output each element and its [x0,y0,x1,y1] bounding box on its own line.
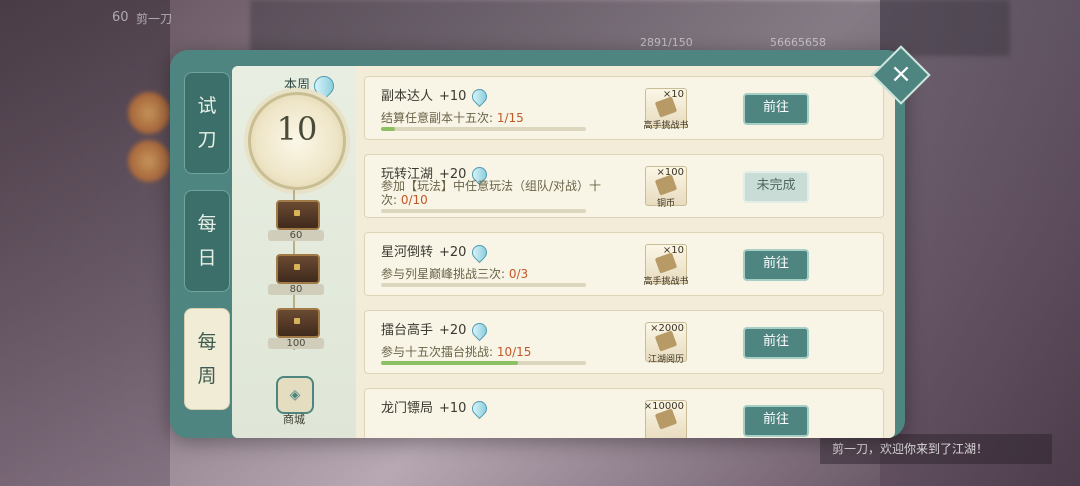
chat-message: 剪一刀，欢迎你来到了江湖！ [820,434,1052,464]
task-description: 参加【玩法】中任意玩法（组队/对战）十次: 0/10 [381,179,602,207]
task-description: 参与十五次擂台挑战: 10/15 [381,345,532,359]
task-row: 擂台高手 +20 参与十五次擂台挑战: 10/15 ×2000 江湖阅历 前往 [364,310,884,374]
task-list[interactable]: 副本达人 +10 结算任意副本十五次: 1/15 ×10 高手挑战书 前往 玩转江… [364,74,884,438]
chest-icon[interactable] [276,200,320,230]
progress-fill [381,361,518,365]
weekly-progress-column: 本周 10 60 80 100 ◈ 商城 [232,66,356,438]
tab-label: 每 [197,213,217,235]
tab-label: 周 [197,365,217,387]
task-title: 龙门镖局 +10 [381,397,491,420]
currency-2: 56665658 [770,36,826,49]
reward-item[interactable]: ×10000 [644,400,687,438]
shop-icon[interactable]: ◈ [276,376,314,414]
tab-label: 试 [197,95,217,117]
background-left-hud [0,0,170,486]
go-button[interactable]: 前往 [743,249,809,281]
progress-fill [381,127,395,131]
task-progress-bar [381,283,586,287]
background-orb [128,140,170,182]
tab-trial[interactable]: 试 刀 [184,72,230,174]
tab-label: 刀 [197,129,217,151]
reward-item[interactable]: ×10 高手挑战书 [643,88,689,131]
incomplete-button[interactable]: 未完成 [743,171,809,203]
reward-item[interactable]: ×100 铜币 [645,166,687,209]
task-progress-bar [381,209,586,213]
tab-label: 日 [197,247,217,269]
tab-label: 每 [197,331,217,353]
close-icon[interactable]: × [880,56,922,92]
task-description: 参与列星巅峰挑战三次: 0/3 [381,267,529,281]
tab-daily[interactable]: 每 日 [184,190,230,292]
activity-droplet-icon [469,319,491,342]
activity-droplet-icon [469,241,491,264]
activity-droplet-icon [469,397,491,420]
task-title: 星河倒转 +20 [381,241,491,264]
shop-label: 商城 [283,413,305,426]
go-button[interactable]: 前往 [743,327,809,359]
task-title: 副本达人 +10 [381,85,491,108]
milestone-label: 60 [268,230,324,241]
reward-item[interactable]: ×10 高手挑战书 [643,244,689,287]
chest-icon[interactable] [276,308,320,338]
task-row: 副本达人 +10 结算任意副本十五次: 1/15 ×10 高手挑战书 前往 [364,76,884,140]
milestone-label: 100 [268,338,324,349]
chest-icon[interactable] [276,254,320,284]
task-row: 星河倒转 +20 参与列星巅峰挑战三次: 0/3 ×10 高手挑战书 前往 [364,232,884,296]
task-progress-bar [381,361,586,365]
task-progress-bar [381,127,586,131]
background-orb [128,92,170,134]
currency-1: 2891/150 [640,36,693,49]
task-row: 龙门镖局 +10 ×10000 前往 [364,388,884,438]
panel-content: 本周 10 60 80 100 ◈ 商城 副本达人 +10 结算任意副本十五次:… [232,66,895,438]
milestone-label: 80 [268,284,324,295]
activity-droplet-icon [469,85,491,108]
task-row: 玩转江湖 +20 参加【玩法】中任意玩法（组队/对战）十次: 0/10 ×100 … [364,154,884,218]
player-level: 60 [112,10,129,25]
player-name: 剪一刀 [136,12,173,26]
weekly-score: 10 [276,110,318,148]
background-top-bar [250,0,1010,56]
go-button[interactable]: 前往 [743,93,809,125]
go-button[interactable]: 前往 [743,405,809,437]
weekly-task-panel: 试 刀 每 日 每 周 本周 10 60 80 100 ◈ 商城 副本达人 +1… [170,50,905,438]
tab-weekly[interactable]: 每 周 [184,308,230,410]
task-title: 擂台高手 +20 [381,319,491,342]
reward-item[interactable]: ×2000 江湖阅历 [645,322,687,365]
task-description: 结算任意副本十五次: 1/15 [381,111,524,125]
